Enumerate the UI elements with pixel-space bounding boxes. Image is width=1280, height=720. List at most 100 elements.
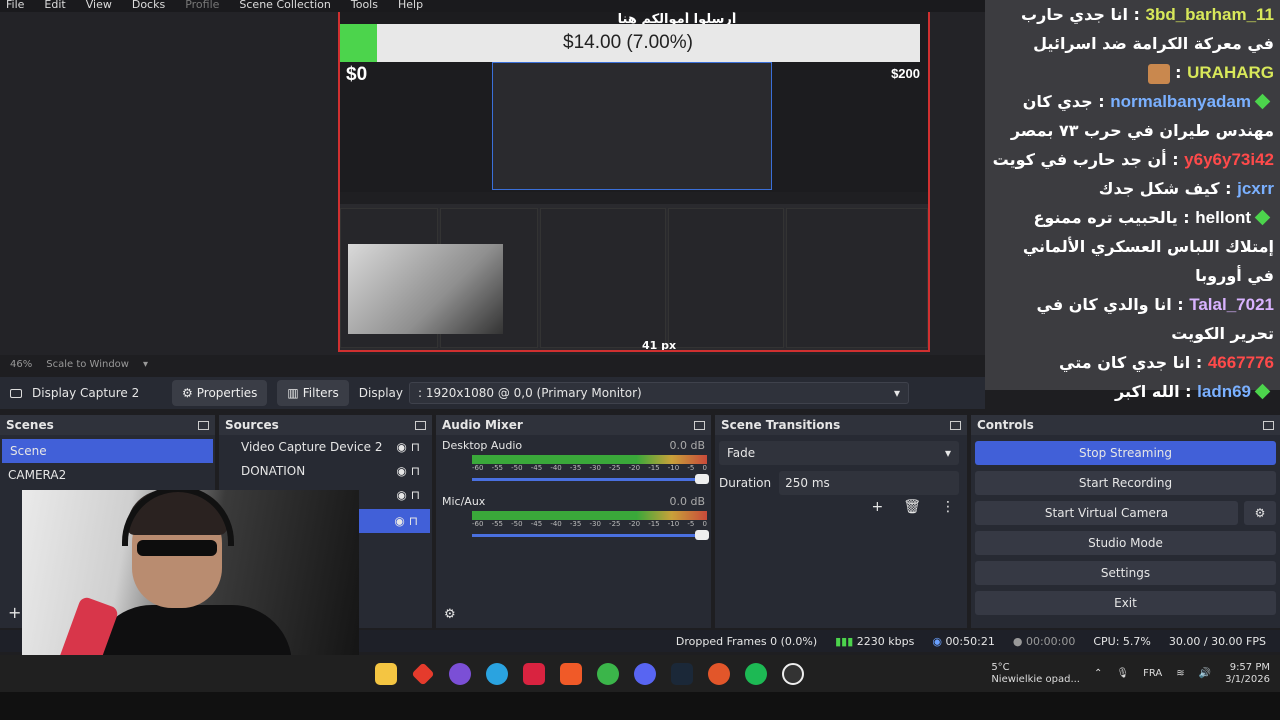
emote-icon — [1147, 63, 1170, 84]
gear-icon[interactable]: ⚙ — [444, 607, 456, 622]
scene-item[interactable]: Scene — [2, 439, 213, 463]
chat-message: y6y6y73i42 : أن جد حارب في كويت — [992, 150, 1274, 169]
discord-icon[interactable] — [634, 662, 656, 685]
studio-mode-button[interactable]: Studio Mode — [975, 531, 1276, 555]
volume-slider[interactable] — [472, 474, 709, 484]
program-canvas[interactable]: أرسلوا أموالكم هنا $14.00 (7.00%) $0 $20… — [338, 12, 930, 352]
volume-slider-knob[interactable] — [695, 474, 709, 484]
spotify-icon[interactable] — [745, 662, 767, 685]
clock[interactable]: 9:57 PM 3/1/2026 — [1225, 662, 1270, 686]
meter-tick-label: -20 — [628, 464, 641, 472]
chat-message: URAHARG : — [991, 58, 1274, 87]
chevron-up-icon[interactable]: ⌃ — [1094, 668, 1102, 679]
app-icon-green[interactable] — [597, 662, 619, 685]
app-icon-red-diamond[interactable] — [411, 661, 435, 686]
brave-browser-icon[interactable] — [560, 662, 582, 685]
add-scene-icon[interactable]: + — [8, 603, 21, 622]
undock-icon[interactable] — [1263, 420, 1274, 430]
obs-window: File Edit View Docks Profile Scene Colle… — [0, 0, 1280, 720]
zoom-mode-select[interactable]: Scale to Window — [46, 359, 129, 370]
gear-icon[interactable]: ⚙ — [1244, 501, 1276, 525]
menu-file[interactable]: File — [6, 0, 24, 12]
app-icon-purple[interactable] — [449, 662, 471, 685]
chat-message: hellont : يالحبيب تره ممنوع إمتلاك اللبا… — [1022, 208, 1274, 285]
eye-icon[interactable]: ◉ ⊓ — [394, 514, 418, 528]
edge-browser-icon[interactable] — [486, 662, 508, 685]
eye-icon[interactable]: ◉ ⊓ — [396, 464, 420, 478]
undock-icon[interactable] — [198, 420, 209, 430]
volume-slider[interactable] — [472, 530, 709, 540]
broadcast-icon: ◉ — [932, 634, 946, 648]
add-icon[interactable]: + — [871, 499, 883, 515]
filters-button[interactable]: ▥ Filters — [277, 380, 349, 406]
nested-preview-top — [492, 62, 772, 190]
eye-icon[interactable]: ◉ ⊓ — [396, 488, 420, 502]
meter-tick-label: -50 — [511, 520, 523, 528]
duration-input[interactable]: 250 ms — [779, 471, 959, 495]
meter-tick-label: -5 — [687, 520, 695, 528]
signal-icon: ▮▮▮ — [835, 634, 857, 648]
menu-tools[interactable]: Tools — [351, 0, 378, 12]
webcam-overlay — [22, 490, 359, 680]
channel-name: Mic/Aux — [442, 495, 486, 508]
menu-bar: File Edit View Docks Profile Scene Colle… — [0, 0, 985, 12]
exit-button[interactable]: Exit — [975, 591, 1276, 615]
distance-label: 41 px — [642, 339, 677, 352]
volume-slider-knob[interactable] — [695, 530, 709, 540]
stream-time: 00:50:21 — [945, 634, 995, 648]
speaker-icon[interactable]: 🔊 — [1199, 668, 1211, 679]
settings-button[interactable]: Settings — [975, 561, 1276, 585]
display-select[interactable]: : 1920x1080 @ 0,0 (Primary Monitor) ▾ — [408, 382, 909, 404]
weather-widget[interactable]: 5°C Niewielkie opad... — [991, 662, 1080, 686]
more-icon[interactable]: ⋮ — [941, 499, 955, 515]
diamond-badge-icon — [1254, 93, 1271, 110]
goal-min-label: $0 — [346, 64, 368, 85]
eye-icon[interactable]: ◉ ⊓ — [396, 440, 420, 454]
preview-area[interactable]: أرسلوا أموالكم هنا $14.00 (7.00%) $0 $20… — [0, 12, 985, 355]
meter-tick-label: -55 — [491, 520, 504, 528]
chat-username: y6y6y73i42 — [1184, 150, 1274, 169]
undock-icon[interactable] — [415, 420, 426, 430]
transition-select[interactable]: Fade ▾ — [719, 441, 959, 465]
app-icon-red-w[interactable] — [523, 662, 545, 685]
wifi-icon[interactable]: ≋ — [1176, 668, 1184, 679]
meter-tick-label: -50 — [511, 464, 523, 472]
sources-title: Sources — [225, 418, 279, 432]
menu-view[interactable]: View — [86, 0, 112, 12]
undock-icon[interactable] — [694, 420, 705, 430]
menu-docks[interactable]: Docks — [132, 0, 165, 12]
microphone-icon[interactable]: 🎙 — [1116, 668, 1129, 679]
nested-transitions-panel — [668, 208, 784, 348]
menu-help[interactable]: Help — [398, 0, 423, 12]
menu-scene-collection[interactable]: Scene Collection — [239, 0, 330, 12]
steam-icon[interactable] — [671, 662, 693, 685]
menu-profile[interactable]: Profile — [185, 0, 219, 12]
app-icon-orange[interactable] — [708, 662, 730, 685]
start-recording-button[interactable]: Start Recording — [975, 471, 1276, 495]
chat-text: الله اكبر — [1115, 382, 1180, 401]
chat-username: URAHARG — [1187, 63, 1274, 82]
obs-icon[interactable] — [782, 662, 804, 685]
stop-streaming-button[interactable]: Stop Streaming — [975, 441, 1276, 465]
undock-icon[interactable] — [950, 420, 961, 430]
chat-username: 4667776 — [1207, 353, 1274, 372]
trash-icon[interactable]: 🗑 — [903, 499, 921, 515]
chat-text: أن جد حارب في كويت — [992, 150, 1167, 169]
chevron-down-icon[interactable]: ▾ — [143, 359, 148, 370]
properties-button[interactable]: ⚙ Properties — [172, 380, 268, 406]
controls-dock: Controls Stop Streaming Start Recording … — [971, 415, 1280, 628]
channel-db: 0.0 dB — [669, 439, 705, 452]
language-indicator[interactable]: FRA — [1143, 668, 1162, 679]
clock-time: 9:57 PM — [1229, 661, 1270, 673]
selected-source-name: Display Capture 2 — [32, 386, 140, 400]
chat-message: Talal_7021 : انا والدي كان في تحرير الكو… — [1036, 295, 1275, 343]
file-explorer-icon[interactable] — [375, 662, 397, 685]
source-item[interactable]: Video Capture Device 2 ◉ ⊓ — [219, 435, 432, 459]
start-virtual-camera-button[interactable]: Start Virtual Camera — [975, 501, 1238, 525]
bitrate: 2230 kbps — [856, 634, 915, 648]
scene-item[interactable]: CAMERA2 — [0, 463, 215, 487]
zoom-bar: 46% Scale to Window ▾ — [0, 355, 985, 373]
menu-edit[interactable]: Edit — [44, 0, 65, 12]
gear-icon: ⚙ — [182, 386, 193, 400]
source-item[interactable]: DONATION ◉ ⊓ — [219, 459, 432, 483]
